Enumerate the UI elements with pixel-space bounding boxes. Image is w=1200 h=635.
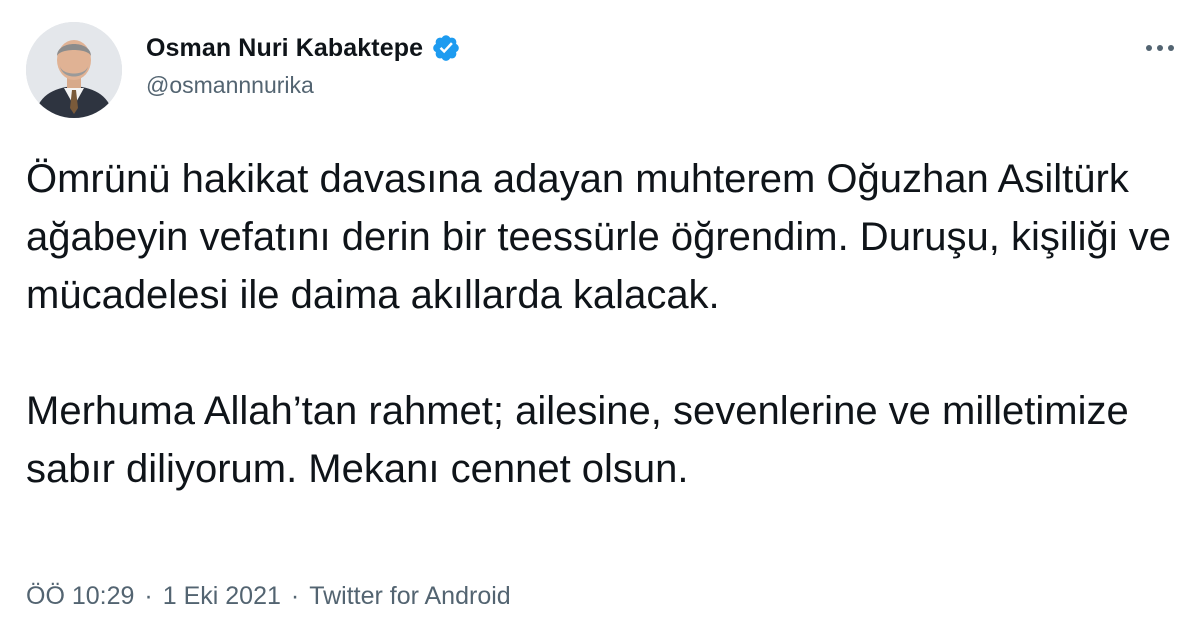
tweet-text: Ömrünü hakikat davasına adayan muhterem … — [26, 150, 1176, 498]
author-name-row: Osman Nuri Kabaktepe — [146, 30, 461, 66]
meta-separator: · — [290, 582, 300, 610]
tweet-paragraph: Ömrünü hakikat davasına adayan muhterem … — [26, 157, 1172, 317]
tweet-source[interactable]: Twitter for Android — [309, 582, 510, 611]
meta-separator: · — [144, 582, 153, 610]
tweet-date[interactable]: 1 Eki 2021 — [163, 582, 281, 611]
avatar-image — [26, 22, 122, 118]
tweet-meta: ÖÖ 10:29 · 1 Eki 2021 · Twitter for Andr… — [26, 582, 511, 611]
author-display-name[interactable]: Osman Nuri Kabaktepe — [146, 34, 423, 63]
more-options-icon[interactable] — [1138, 36, 1182, 60]
tweet-paragraph: Merhuma Allah’tan rahmet; ailesine, seve… — [26, 389, 1129, 491]
author-handle[interactable]: @osmannnurika — [146, 72, 314, 99]
tweet-time[interactable]: ÖÖ 10:29 — [26, 582, 134, 611]
avatar[interactable] — [26, 22, 122, 118]
verified-badge-icon — [431, 33, 461, 63]
tweet-card: Osman Nuri Kabaktepe @osmannnurika Ömrün… — [0, 0, 1200, 635]
